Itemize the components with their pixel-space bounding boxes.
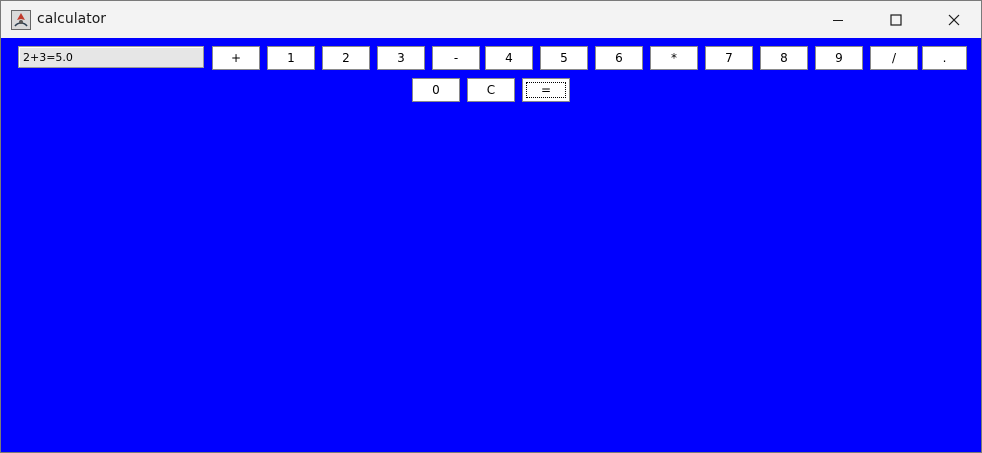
result-display-field[interactable] [18, 46, 204, 68]
minimize-button[interactable] [809, 1, 867, 38]
close-button[interactable] [925, 1, 981, 38]
close-icon [948, 14, 960, 25]
key-3[interactable]: 3 [377, 46, 425, 70]
key-4[interactable]: 4 [485, 46, 533, 70]
key-6[interactable]: 6 [595, 46, 643, 70]
key-0[interactable]: 0 [412, 78, 460, 102]
key-7[interactable]: 7 [705, 46, 753, 70]
window-title: calculator [37, 11, 107, 27]
key-5[interactable]: 5 [540, 46, 588, 70]
minimize-icon [833, 19, 843, 21]
key-plus[interactable]: + [212, 46, 260, 70]
maximize-button[interactable] [867, 1, 925, 38]
calculator-panel: + 1 2 3 - 4 5 6 * 7 8 9 / . 0 C = [1, 38, 981, 452]
key-8[interactable]: 8 [760, 46, 808, 70]
key-divide[interactable]: / [870, 46, 918, 70]
key-2[interactable]: 2 [322, 46, 370, 70]
key-9[interactable]: 9 [815, 46, 863, 70]
key-1[interactable]: 1 [267, 46, 315, 70]
java-app-icon [11, 10, 31, 30]
calculator-window: calculator + 1 2 3 - 4 5 6 * 7 8 [0, 0, 982, 453]
key-decimal-point[interactable]: . [922, 46, 967, 70]
key-minus[interactable]: - [432, 46, 480, 70]
key-multiply[interactable]: * [650, 46, 698, 70]
key-equals[interactable]: = [522, 78, 570, 102]
maximize-icon [890, 13, 902, 26]
title-bar[interactable]: calculator [1, 1, 981, 38]
key-clear[interactable]: C [467, 78, 515, 102]
